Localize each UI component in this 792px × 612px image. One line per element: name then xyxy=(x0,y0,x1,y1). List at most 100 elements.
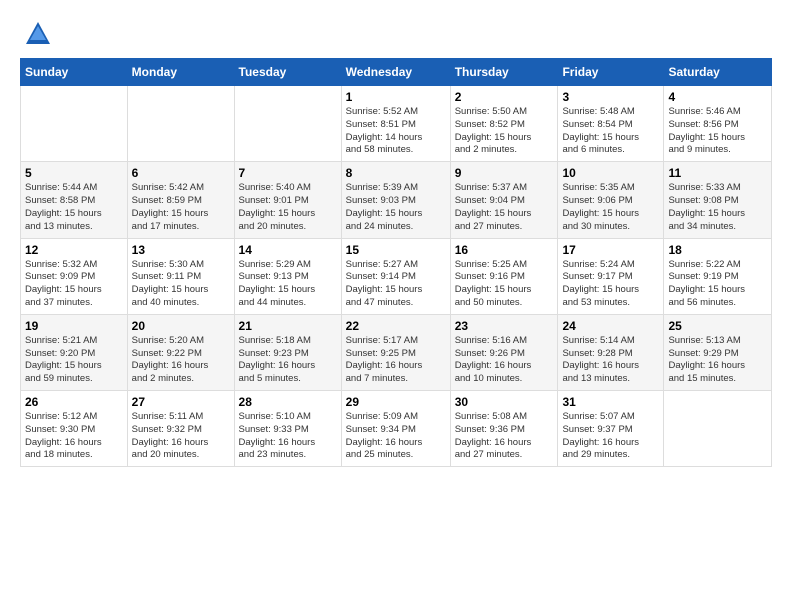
day-number: 22 xyxy=(346,319,446,333)
day-of-week-header: Sunday xyxy=(21,59,128,86)
day-of-week-header: Friday xyxy=(558,59,664,86)
calendar-day-cell: 16Sunrise: 5:25 AM Sunset: 9:16 PM Dayli… xyxy=(450,238,558,314)
day-info: Sunrise: 5:37 AM Sunset: 9:04 PM Dayligh… xyxy=(455,182,554,233)
calendar-day-cell: 31Sunrise: 5:07 AM Sunset: 9:37 PM Dayli… xyxy=(558,391,664,467)
day-number: 15 xyxy=(346,243,446,257)
day-of-week-header: Saturday xyxy=(664,59,772,86)
day-number: 10 xyxy=(562,166,659,180)
day-info: Sunrise: 5:42 AM Sunset: 8:59 PM Dayligh… xyxy=(132,182,230,233)
calendar-day-cell: 11Sunrise: 5:33 AM Sunset: 9:08 PM Dayli… xyxy=(664,162,772,238)
day-number: 6 xyxy=(132,166,230,180)
calendar-day-cell: 20 Sunrise: 5:20 AM Sunset: 9:22 PM Dayli… xyxy=(127,314,234,390)
calendar-day-cell: 19 Sunrise: 5:21 AM Sunset: 9:20 PM Dayli… xyxy=(21,314,128,390)
page-header xyxy=(20,20,772,48)
day-info: Sunrise: 5:50 AM Sunset: 8:52 PM Dayligh… xyxy=(455,106,554,157)
calendar-day-cell: 5 Sunrise: 5:44 AM Sunset: 8:58 PM Daylig… xyxy=(21,162,128,238)
day-info: Sunrise: 5:35 AM Sunset: 9:06 PM Dayligh… xyxy=(562,182,659,233)
calendar-day-cell: 30 Sunrise: 5:08 AM Sunset: 9:36 PM Dayli… xyxy=(450,391,558,467)
day-number: 3 xyxy=(562,90,659,104)
day-number: 25 xyxy=(668,319,767,333)
day-info: Sunrise: 5:17 AM Sunset: 9:25 PM Dayligh… xyxy=(346,335,446,386)
day-number: 14 xyxy=(239,243,337,257)
day-number: 29 xyxy=(346,395,446,409)
calendar-day-cell: 4Sunrise: 5:46 AM Sunset: 8:56 PM Daylig… xyxy=(664,86,772,162)
calendar-day-cell: 13 Sunrise: 5:30 AM Sunset: 9:11 PM Dayli… xyxy=(127,238,234,314)
calendar-day-cell: 25 Sunrise: 5:13 AM Sunset: 9:29 PM Dayli… xyxy=(664,314,772,390)
logo-icon xyxy=(24,20,52,48)
day-number: 30 xyxy=(455,395,554,409)
calendar-day-cell: 23Sunrise: 5:16 AM Sunset: 9:26 PM Dayli… xyxy=(450,314,558,390)
calendar-day-cell xyxy=(234,86,341,162)
calendar-day-cell: 28 Sunrise: 5:10 AM Sunset: 9:33 PM Dayli… xyxy=(234,391,341,467)
day-number: 17 xyxy=(562,243,659,257)
calendar-day-cell: 2 Sunrise: 5:50 AM Sunset: 8:52 PM Daylig… xyxy=(450,86,558,162)
calendar-day-cell: 17 Sunrise: 5:24 AM Sunset: 9:17 PM Dayli… xyxy=(558,238,664,314)
day-info: Sunrise: 5:40 AM Sunset: 9:01 PM Dayligh… xyxy=(239,182,337,233)
calendar-day-cell: 29 Sunrise: 5:09 AM Sunset: 9:34 PM Dayli… xyxy=(341,391,450,467)
calendar-table: SundayMondayTuesdayWednesdayThursdayFrid… xyxy=(20,58,772,467)
calendar-day-cell: 21 Sunrise: 5:18 AM Sunset: 9:23 PM Dayli… xyxy=(234,314,341,390)
calendar-day-cell: 7Sunrise: 5:40 AM Sunset: 9:01 PM Daylig… xyxy=(234,162,341,238)
day-info: Sunrise: 5:44 AM Sunset: 8:58 PM Dayligh… xyxy=(25,182,123,233)
logo xyxy=(20,20,52,48)
day-number: 19 xyxy=(25,319,123,333)
calendar-week-row: 12Sunrise: 5:32 AM Sunset: 9:09 PM Dayli… xyxy=(21,238,772,314)
calendar-day-cell xyxy=(664,391,772,467)
calendar-day-cell: 24Sunrise: 5:14 AM Sunset: 9:28 PM Dayli… xyxy=(558,314,664,390)
day-info: Sunrise: 5:10 AM Sunset: 9:33 PM Dayligh… xyxy=(239,411,337,462)
calendar-day-cell: 22 Sunrise: 5:17 AM Sunset: 9:25 PM Dayli… xyxy=(341,314,450,390)
day-info: Sunrise: 5:39 AM Sunset: 9:03 PM Dayligh… xyxy=(346,182,446,233)
calendar-week-row: 19 Sunrise: 5:21 AM Sunset: 9:20 PM Dayli… xyxy=(21,314,772,390)
day-info: Sunrise: 5:30 AM Sunset: 9:11 PM Dayligh… xyxy=(132,259,230,310)
day-info: Sunrise: 5:13 AM Sunset: 9:29 PM Dayligh… xyxy=(668,335,767,386)
day-info: Sunrise: 5:09 AM Sunset: 9:34 PM Dayligh… xyxy=(346,411,446,462)
day-number: 31 xyxy=(562,395,659,409)
day-number: 27 xyxy=(132,395,230,409)
day-of-week-header: Tuesday xyxy=(234,59,341,86)
day-info: Sunrise: 5:18 AM Sunset: 9:23 PM Dayligh… xyxy=(239,335,337,386)
day-info: Sunrise: 5:27 AM Sunset: 9:14 PM Dayligh… xyxy=(346,259,446,310)
day-number: 5 xyxy=(25,166,123,180)
day-number: 23 xyxy=(455,319,554,333)
day-of-week-header: Wednesday xyxy=(341,59,450,86)
day-number: 24 xyxy=(562,319,659,333)
day-number: 26 xyxy=(25,395,123,409)
calendar-day-cell xyxy=(127,86,234,162)
day-info: Sunrise: 5:12 AM Sunset: 9:30 PM Dayligh… xyxy=(25,411,123,462)
day-info: Sunrise: 5:08 AM Sunset: 9:36 PM Dayligh… xyxy=(455,411,554,462)
calendar-day-cell: 9Sunrise: 5:37 AM Sunset: 9:04 PM Daylig… xyxy=(450,162,558,238)
day-number: 20 xyxy=(132,319,230,333)
day-number: 18 xyxy=(668,243,767,257)
day-number: 2 xyxy=(455,90,554,104)
calendar-week-row: 26 Sunrise: 5:12 AM Sunset: 9:30 PM Dayli… xyxy=(21,391,772,467)
day-number: 11 xyxy=(668,166,767,180)
day-info: Sunrise: 5:21 AM Sunset: 9:20 PM Dayligh… xyxy=(25,335,123,386)
day-of-week-header: Thursday xyxy=(450,59,558,86)
day-info: Sunrise: 5:48 AM Sunset: 8:54 PM Dayligh… xyxy=(562,106,659,157)
day-info: Sunrise: 5:29 AM Sunset: 9:13 PM Dayligh… xyxy=(239,259,337,310)
calendar-header-row: SundayMondayTuesdayWednesdayThursdayFrid… xyxy=(21,59,772,86)
day-of-week-header: Monday xyxy=(127,59,234,86)
calendar-day-cell: 10 Sunrise: 5:35 AM Sunset: 9:06 PM Dayli… xyxy=(558,162,664,238)
calendar-week-row: 5 Sunrise: 5:44 AM Sunset: 8:58 PM Daylig… xyxy=(21,162,772,238)
calendar-day-cell: 14 Sunrise: 5:29 AM Sunset: 9:13 PM Dayli… xyxy=(234,238,341,314)
day-info: Sunrise: 5:11 AM Sunset: 9:32 PM Dayligh… xyxy=(132,411,230,462)
calendar-day-cell: 8Sunrise: 5:39 AM Sunset: 9:03 PM Daylig… xyxy=(341,162,450,238)
calendar-day-cell: 27 Sunrise: 5:11 AM Sunset: 9:32 PM Dayli… xyxy=(127,391,234,467)
calendar-day-cell: 18Sunrise: 5:22 AM Sunset: 9:19 PM Dayli… xyxy=(664,238,772,314)
calendar-day-cell: 26 Sunrise: 5:12 AM Sunset: 9:30 PM Dayli… xyxy=(21,391,128,467)
calendar-day-cell: 15 Sunrise: 5:27 AM Sunset: 9:14 PM Dayli… xyxy=(341,238,450,314)
day-number: 12 xyxy=(25,243,123,257)
day-number: 1 xyxy=(346,90,446,104)
day-number: 13 xyxy=(132,243,230,257)
calendar-day-cell: 6 Sunrise: 5:42 AM Sunset: 8:59 PM Daylig… xyxy=(127,162,234,238)
calendar-day-cell: 1Sunrise: 5:52 AM Sunset: 8:51 PM Daylig… xyxy=(341,86,450,162)
calendar-day-cell: 12Sunrise: 5:32 AM Sunset: 9:09 PM Dayli… xyxy=(21,238,128,314)
day-info: Sunrise: 5:20 AM Sunset: 9:22 PM Dayligh… xyxy=(132,335,230,386)
day-info: Sunrise: 5:25 AM Sunset: 9:16 PM Dayligh… xyxy=(455,259,554,310)
calendar-day-cell: 3 Sunrise: 5:48 AM Sunset: 8:54 PM Daylig… xyxy=(558,86,664,162)
day-number: 28 xyxy=(239,395,337,409)
day-info: Sunrise: 5:24 AM Sunset: 9:17 PM Dayligh… xyxy=(562,259,659,310)
day-number: 21 xyxy=(239,319,337,333)
day-info: Sunrise: 5:46 AM Sunset: 8:56 PM Dayligh… xyxy=(668,106,767,157)
